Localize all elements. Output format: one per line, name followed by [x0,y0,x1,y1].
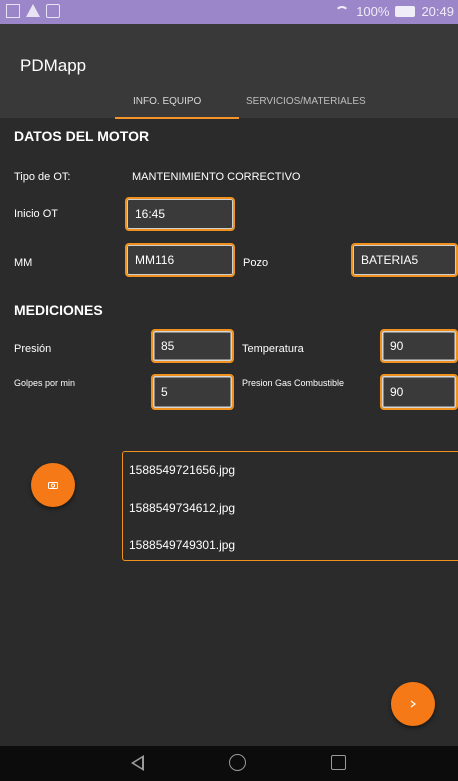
camera-icon [48,482,58,489]
presion-gas-label: Presion Gas Combustible [242,378,345,388]
mm-field[interactable]: MM116 [125,243,235,277]
presion-gas-field[interactable]: 90 [380,374,458,410]
battery-percent: 100% [356,4,390,19]
wifi-icon [334,5,350,18]
photo-item[interactable]: 1588549749301.jpg [129,538,235,552]
next-button[interactable] [391,682,435,726]
tipo-ot-value[interactable]: MANTENIMIENTO CORRECTIVO [132,171,300,183]
app-notification-icon [46,4,60,18]
back-icon-inner [134,758,142,768]
golpes-field[interactable]: 5 [151,374,234,410]
presion-field[interactable]: 85 [151,329,234,363]
tipo-ot-label: Tipo de OT: [14,171,71,183]
mm-label: MM [14,257,33,269]
temperatura-field[interactable]: 90 [380,329,458,363]
recent-apps-icon[interactable] [331,755,346,770]
presion-gas-value: 90 [390,385,404,399]
warning-notification-icon [26,4,40,17]
home-icon[interactable] [229,754,246,771]
navigation-bar [0,746,458,781]
inicio-ot-label: Inicio OT [14,208,59,220]
temperatura-label: Temperatura [242,343,304,355]
section-title-mediciones: MEDICIONES [14,302,103,318]
battery-icon [395,6,416,17]
inicio-ot-value: 16:45 [135,207,166,221]
temperatura-value: 90 [390,339,404,353]
photo-list: 1588549721656.jpg 1588549734612.jpg 1588… [122,451,458,561]
golpes-label: Golpes por min [14,378,76,388]
tab-servicios-materiales[interactable]: SERVICIOS/MATERIALES [246,96,366,107]
photo-item[interactable]: 1588549721656.jpg [129,463,235,477]
active-tab-indicator [115,117,239,119]
tab-info-equipo[interactable]: INFO. EQUIPO [133,96,201,107]
golpes-value: 5 [161,385,168,399]
status-right: 100% 20:49 [334,4,454,19]
arrow-right-icon [410,700,416,708]
photo-item[interactable]: 1588549734612.jpg [129,501,235,515]
gallery-notification-icon [6,4,20,18]
camera-button[interactable] [31,463,75,507]
presion-label: Presión [14,343,52,355]
app-title: PDMapp [20,56,87,75]
pozo-value: BATERIA5 [361,253,419,267]
mm-value: MM116 [135,253,175,267]
status-bar: 100% 20:49 [0,0,458,24]
notification-icons [6,4,60,18]
inicio-ot-field[interactable]: 16:45 [125,197,235,231]
presion-value: 85 [161,339,175,353]
clock: 20:49 [421,4,454,19]
section-title-motor: DATOS DEL MOTOR [14,128,150,144]
pozo-field[interactable]: BATERIA5 [351,243,458,277]
app-bar: PDMapp INFO. EQUIPO SERVICIOS/MATERIALES [0,24,458,119]
pozo-label: Pozo [243,257,269,269]
